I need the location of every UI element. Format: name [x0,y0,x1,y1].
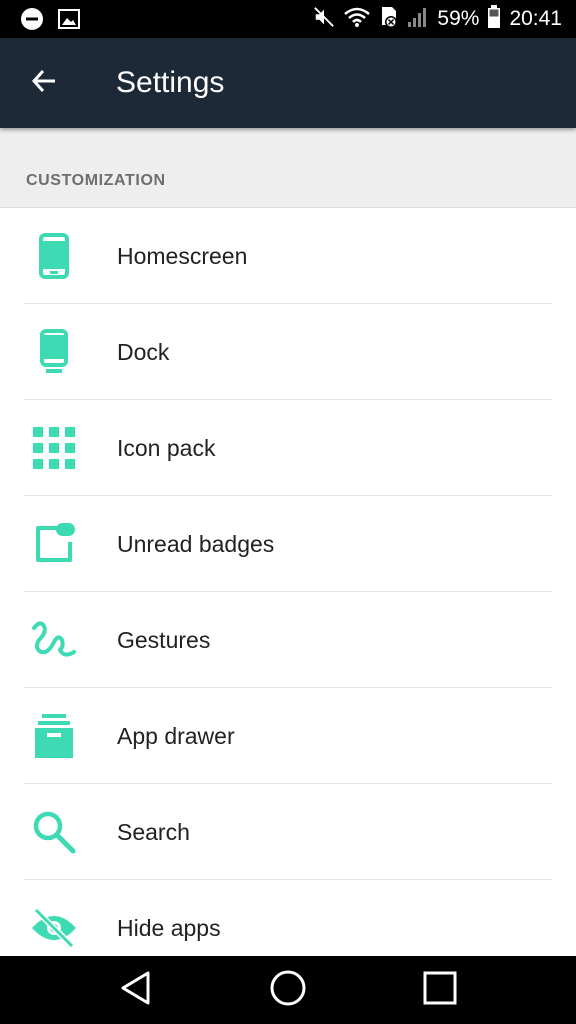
clock: 20:41 [509,7,562,30]
app-bar: Settings [0,38,576,128]
page-title: Settings [116,66,225,99]
archive-icon [28,712,80,760]
list-item-label: Homescreen [117,243,248,269]
list-item-label: Gestures [117,627,211,653]
list-item-search[interactable]: Search [0,784,576,880]
search-icon [28,808,80,856]
battery-icon [487,4,501,34]
status-left-icons [20,7,81,36]
home-circle-icon [269,969,307,1012]
section-label: CUSTOMIZATION [26,172,166,189]
status-bar: 59% 20:41 [0,0,576,38]
gesture-icon [28,616,80,664]
eye-off-icon [28,904,80,952]
minus-circle-icon [20,7,44,36]
navigation-bar [0,956,576,1024]
list-item-label: Unread badges [117,531,275,557]
phone-icon [28,232,80,280]
back-triangle-icon [118,970,154,1011]
nav-back-button[interactable] [116,970,156,1010]
battery-percent: 59% [437,7,480,30]
section-header: CUSTOMIZATION [0,128,576,208]
list-item-label: App drawer [117,723,235,749]
mute-icon [313,6,335,33]
badge-icon [28,520,80,568]
back-button[interactable] [22,61,66,105]
nav-home-button[interactable] [268,970,308,1010]
list-item-icon-pack[interactable]: Icon pack [0,400,576,496]
dock-icon [28,328,80,376]
grid-icon [28,424,80,472]
list-item-dock[interactable]: Dock [0,304,576,400]
list-item-label: Hide apps [117,915,221,941]
list-item-app-drawer[interactable]: App drawer [0,688,576,784]
list-item-homescreen[interactable]: Homescreen [0,208,576,304]
image-icon [57,7,81,36]
settings-list: Homescreen Dock Icon pack Unread badges [0,208,576,976]
recents-square-icon [422,970,458,1011]
arrow-left-icon [30,67,58,100]
list-item-label: Search [117,819,190,845]
sim-blocked-icon [379,5,399,34]
signal-icon [407,6,429,33]
status-right: 59% 20:41 [313,4,562,34]
wifi-icon [343,6,371,33]
nav-recents-button[interactable] [420,970,460,1010]
list-item-unread-badges[interactable]: Unread badges [0,496,576,592]
list-item-gestures[interactable]: Gestures [0,592,576,688]
list-item-label: Icon pack [117,435,216,461]
list-item-label: Dock [117,339,170,365]
